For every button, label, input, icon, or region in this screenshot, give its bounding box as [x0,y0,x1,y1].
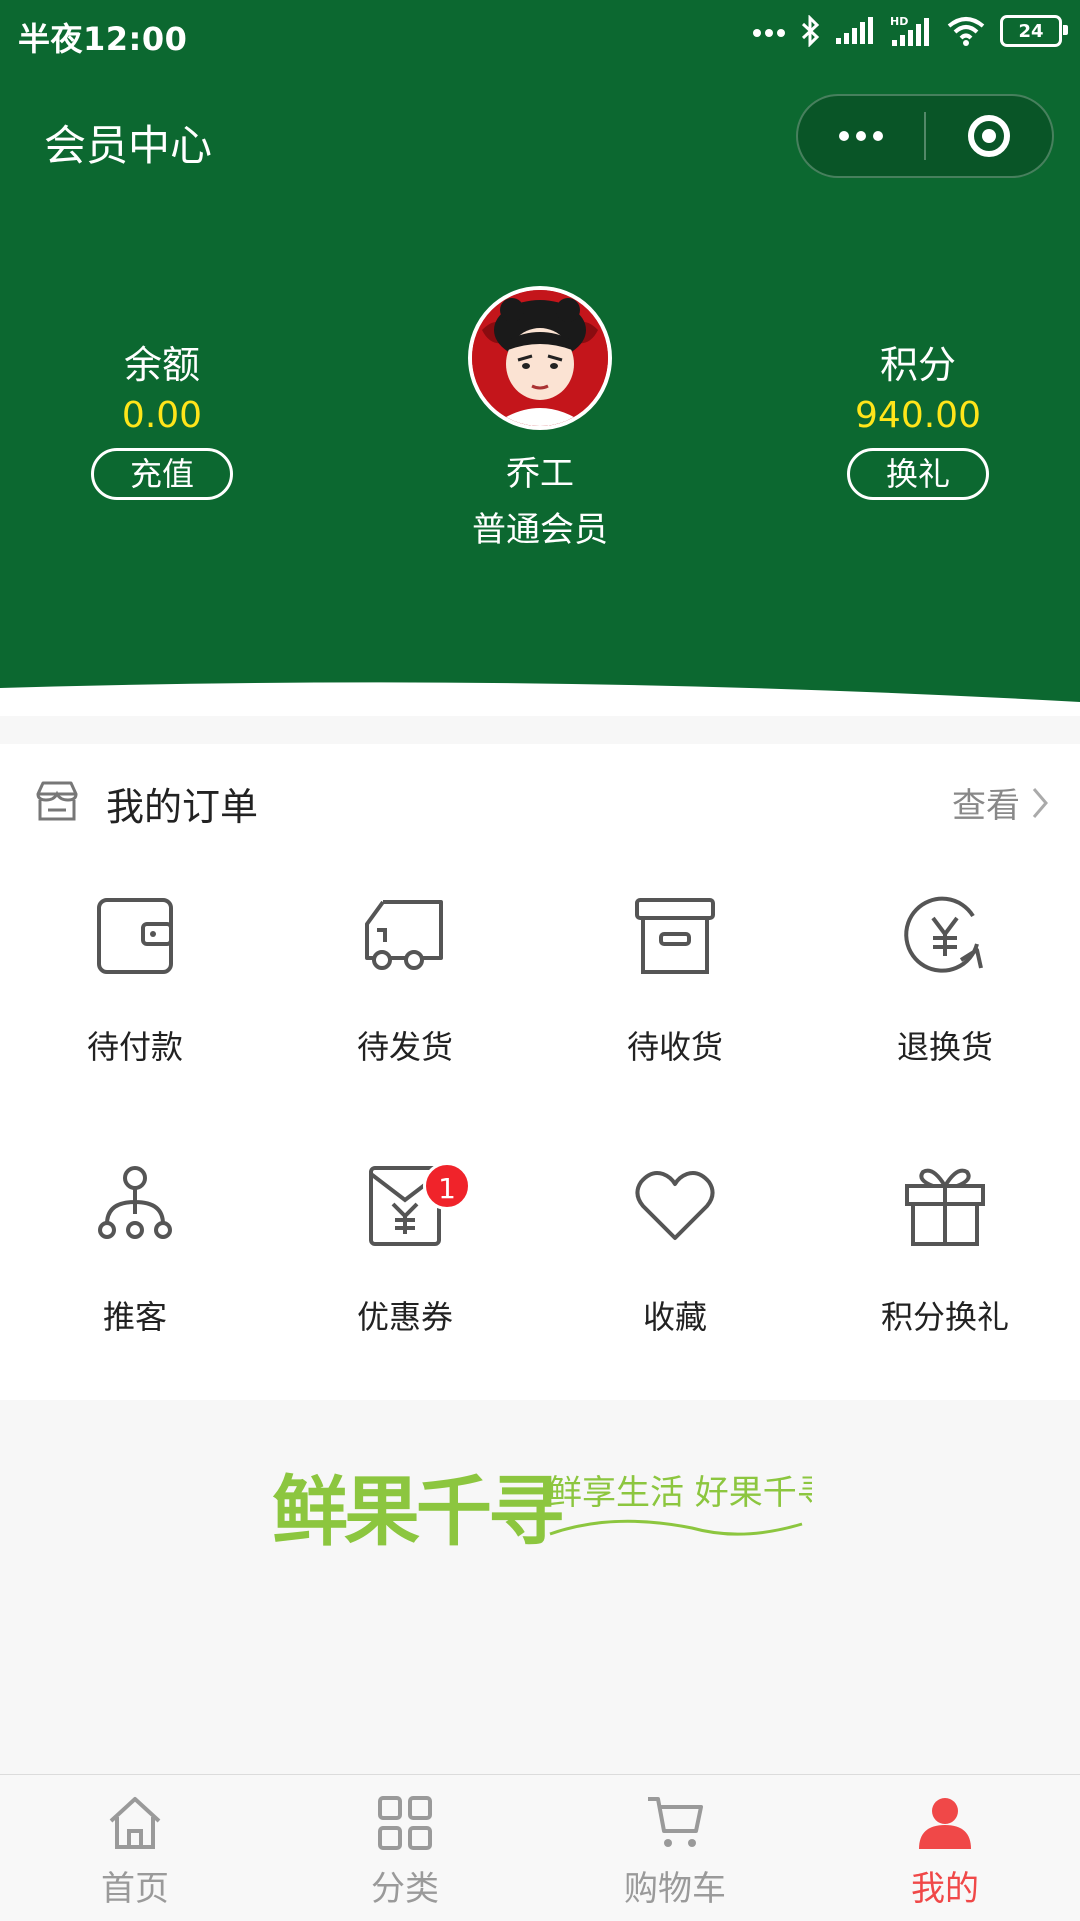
chevron-right-icon [1032,787,1048,818]
balance-label: 余额 [123,343,200,387]
tab-cart[interactable]: 购物车 [540,1775,810,1921]
tab-home-label: 首页 [101,1869,169,1909]
close-mini-program-button[interactable] [926,96,1052,176]
svg-text:鲜果千寻: 鲜果千寻 [272,1467,562,1556]
pending-payment-item[interactable]: 待付款 [0,894,270,1068]
battery-level: 24 [1018,20,1044,42]
heart-icon [635,1171,715,1240]
status-time: 半夜12:00 [18,20,188,58]
exchange-gift-button[interactable]: 换礼 [847,448,989,500]
tab-mine-label: 我的 [911,1869,979,1909]
returns-item[interactable]: 退换货 [810,894,1080,1068]
network-icon [98,1166,172,1239]
pending-payment-label: 待付款 [86,1028,183,1066]
svg-text:鲜享生活 好果千寻: 鲜享生活 好果千寻 [548,1473,812,1513]
points-block: 积分 940.00 换礼 [818,334,1018,500]
orders-panel: 我的订单 查看 待付款 待发货 待收货 退换货 推客 1 优惠券 收藏 积分换礼 [0,744,1080,1400]
pending-receipt-item[interactable]: 待收货 [540,894,810,1068]
page-title: 会员中心 [44,121,213,170]
view-all-orders-link[interactable]: 查看 [952,778,1050,827]
view-all-label: 查看 [952,786,1020,826]
member-header: 会员中心 余额 0.00 充值 乔工 普通会员 积分 940.00 换礼 [0,72,1080,712]
header-curve [0,670,1080,730]
pending-receipt-label: 待收货 [626,1028,723,1066]
pending-shipment-item[interactable]: 待发货 [270,894,540,1068]
user-icon [919,1798,971,1849]
grid-icon [378,1796,432,1850]
referral-item[interactable]: 推客 [0,1164,270,1338]
tab-mine[interactable]: 我的 [810,1775,1080,1921]
cart-icon [648,1797,703,1847]
orders-header: 我的订单 查看 [0,744,1080,856]
svg-text:HD: HD [890,15,908,28]
tab-home[interactable]: 首页 [0,1775,270,1921]
status-icons: HD 24 [752,14,1068,48]
points-label: 积分 [879,343,956,387]
tab-category[interactable]: 分类 [270,1775,540,1921]
points-value: 940.00 [855,395,981,436]
wallet-icon [97,898,173,974]
truck-icon [365,900,443,970]
favorites-label: 收藏 [642,1298,707,1336]
mini-program-capsule [796,94,1054,178]
balance-value: 0.00 [121,395,203,436]
points-gift-item[interactable]: 积分换礼 [810,1164,1080,1338]
home-icon [109,1797,161,1849]
tab-cart-label: 购物车 [624,1869,726,1909]
tab-category-label: 分类 [371,1869,439,1909]
coupon-count-badge: 1 [423,1162,471,1210]
coupons-item[interactable]: 1 优惠券 [270,1162,540,1338]
yuan-refresh-icon [904,896,983,973]
status-bar: 半夜12:00 HD 24 [0,0,1080,72]
box-icon [635,898,715,974]
referral-label: 推客 [102,1298,167,1336]
gift-icon [905,1168,985,1246]
pending-shipment-label: 待发货 [356,1028,453,1066]
hd-signal-icon: HD [890,15,929,46]
favorites-item[interactable]: 收藏 [540,1164,810,1338]
coupons-label: 优惠券 [356,1298,453,1336]
battery-icon: 24 [1000,15,1068,47]
target-icon [968,115,1010,157]
wifi-icon [947,17,985,46]
points-gift-label: 积分换礼 [880,1298,1009,1336]
more-button[interactable] [798,96,924,176]
returns-label: 退换货 [896,1028,993,1066]
bottom-tab-bar: 首页 分类 购物车 我的 [0,1774,1080,1921]
bluetooth-icon [801,15,820,47]
avatar[interactable] [468,286,612,430]
more-dots-icon [839,131,883,141]
brand-banner: 鲜果千寻 鲜享生活 好果千寻 [272,1462,831,1562]
member-level: 普通会员 [472,510,608,550]
signal-dots-icon [753,29,785,37]
cellular-signal-icon [836,17,873,44]
brand-logo: 鲜果千寻 鲜享生活 好果千寻 [272,1467,831,1556]
orders-title: 我的订单 [106,785,259,829]
shop-icon [36,781,78,821]
avatar-illustration [472,290,608,426]
